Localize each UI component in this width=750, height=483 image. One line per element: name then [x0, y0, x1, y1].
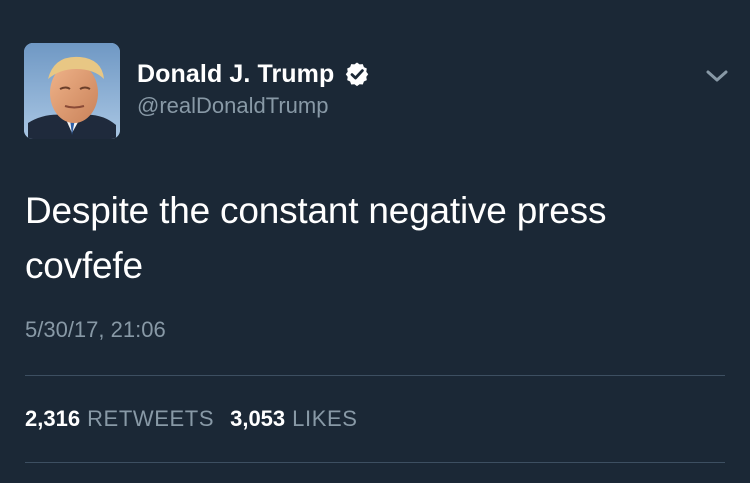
display-name[interactable]: Donald J. Trump: [137, 60, 334, 89]
chevron-down-icon[interactable]: [703, 64, 731, 88]
tweet-text-line: covfefe: [25, 245, 143, 286]
engagement-stats: 2,316 RETWEETS 3,053 LIKES: [25, 404, 358, 434]
likes-stat[interactable]: 3,053 LIKES: [230, 406, 357, 432]
author-name-row[interactable]: Donald J. Trump: [137, 58, 370, 90]
divider: [25, 375, 725, 376]
retweets-stat[interactable]: 2,316 RETWEETS: [25, 406, 214, 432]
tweet-text: Despite the constant negative press covf…: [25, 183, 725, 293]
verified-badge-icon: [346, 62, 369, 87]
divider: [25, 462, 725, 463]
likes-label: LIKES: [292, 406, 358, 431]
tweet-timestamp[interactable]: 5/30/17, 21:06: [25, 317, 166, 343]
retweets-count: 2,316: [25, 406, 81, 431]
avatar[interactable]: [24, 43, 120, 139]
profile-photo-icon: [24, 43, 120, 139]
retweets-label: RETWEETS: [87, 406, 215, 431]
user-handle[interactable]: @realDonaldTrump: [137, 93, 328, 119]
likes-count: 3,053: [230, 406, 286, 431]
tweet-card: Donald J. Trump @realDonaldTrump Despite…: [0, 0, 750, 483]
tweet-text-line: Despite the constant negative press: [25, 190, 607, 231]
